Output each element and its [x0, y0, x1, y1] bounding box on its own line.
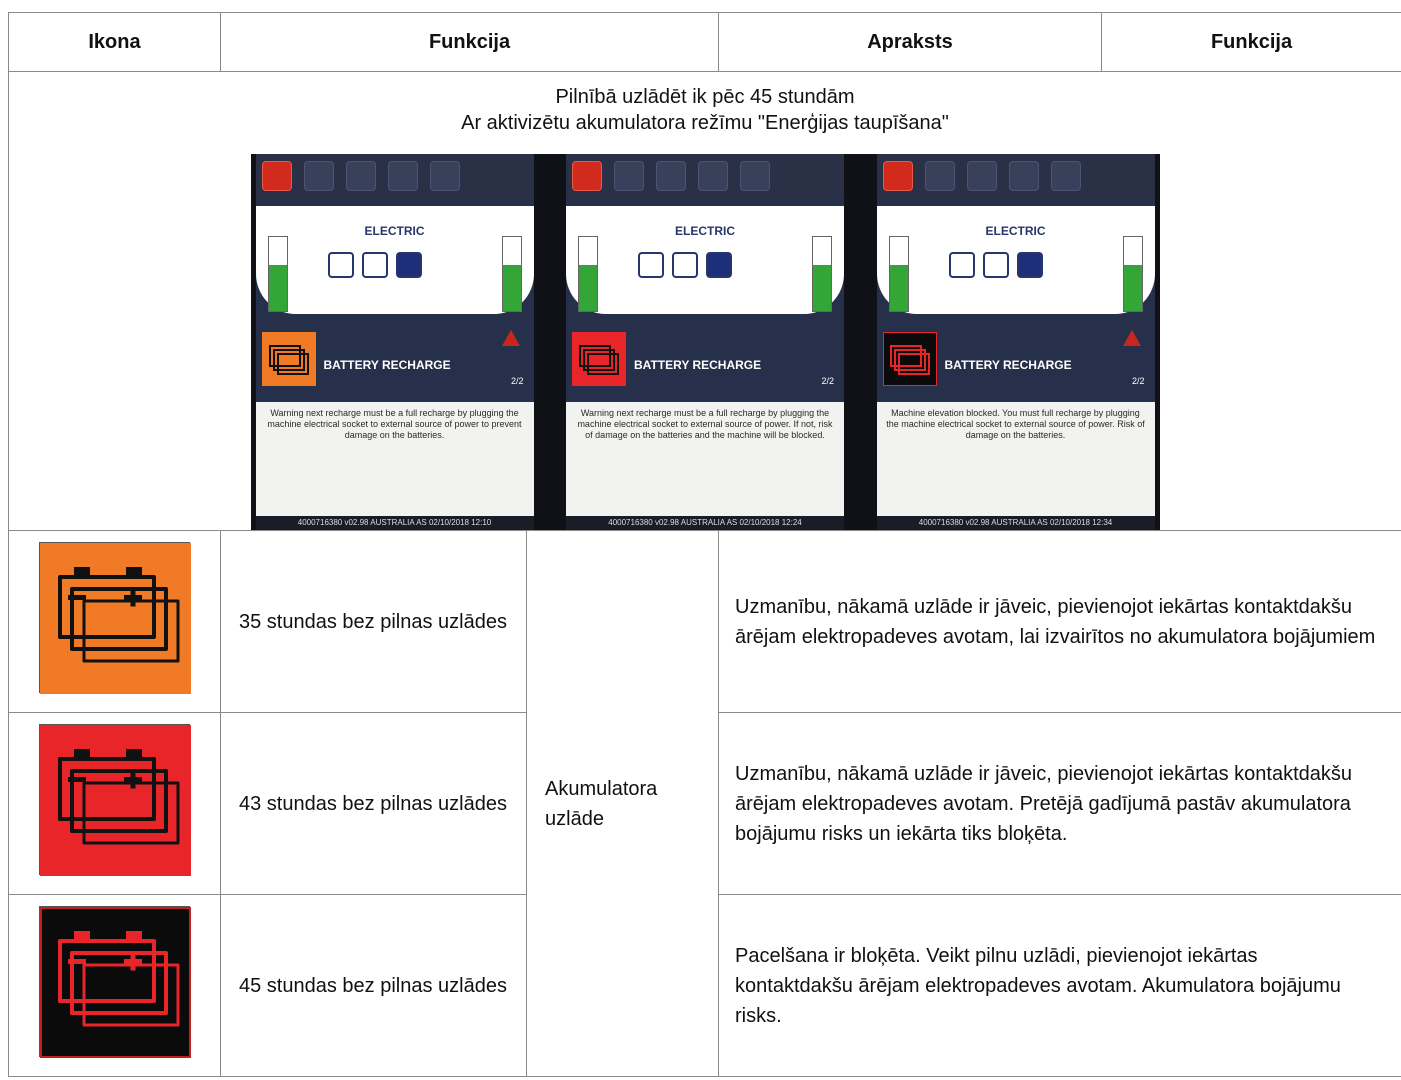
tab-icon	[698, 161, 728, 191]
fuel-gauge	[888, 236, 909, 312]
description-cell: Pacelšana ir bloķēta. Veikt pilnu uzlādi…	[718, 894, 1401, 1077]
screens-photo: ELECTRIC BATTERY RECHARGE 2/2 Warning ne…	[250, 154, 1160, 530]
alert-message: Machine elevation blocked. You must full…	[886, 408, 1145, 440]
battery-tab-icon	[882, 161, 913, 191]
header-function-2: Funkcija	[1101, 12, 1401, 72]
description-cell: Uzmanību, nākamā uzlāde ir jāveic, pievi…	[718, 712, 1401, 895]
fuel-gauge	[578, 236, 598, 312]
tab-icon	[1050, 161, 1081, 191]
battery-black-icon	[39, 905, 191, 1058]
screen-footer: 4000716380 v02.98 AUSTRALIA AS 02/10/201…	[876, 516, 1155, 530]
alert-label: BATTERY RECHARGE	[944, 358, 1072, 372]
warning-icon	[501, 330, 520, 346]
screen-title: ELECTRIC	[985, 224, 1046, 238]
screen-topbar	[255, 154, 534, 198]
status-panel: ELECTRIC	[876, 198, 1155, 322]
table-header-row: Ikona Funkcija Apraksts Funkcija	[8, 12, 1401, 72]
page-indicator: 2/2	[1131, 376, 1145, 386]
alert-message: Warning next recharge must be a full rec…	[577, 408, 833, 440]
header-description: Apraksts	[718, 12, 1103, 72]
intro-line-1: Pilnībā uzlādēt ik pēc 45 stundām	[555, 86, 855, 108]
battery-red-icon	[39, 723, 191, 876]
icon-function-table: Ikona Funkcija Apraksts Funkcija Pilnībā…	[7, 12, 1401, 1077]
function-cell: 35 stundas bez pilnas uzlādes	[220, 530, 527, 713]
screen-footer: 4000716380 v02.98 AUSTRALIA AS 02/10/201…	[255, 516, 534, 530]
screen-2: ELECTRIC BATTERY RECHARGE 2/2 Warning ne…	[566, 154, 844, 530]
battery-gauge	[501, 236, 522, 312]
page-indicator: 2/2	[510, 376, 524, 386]
tab-icon	[924, 161, 955, 191]
tab-icon	[966, 161, 997, 191]
tab-icon	[740, 161, 770, 191]
screen-topbar	[566, 154, 844, 198]
alert-label: BATTERY RECHARGE	[323, 358, 451, 372]
alert-bar: BATTERY RECHARGE 2/2	[876, 322, 1155, 402]
battery-tab-icon	[261, 161, 292, 191]
tab-icon	[1008, 161, 1039, 191]
alert-label: BATTERY RECHARGE	[634, 358, 762, 372]
tab-icon	[429, 161, 460, 191]
screen-footer: 4000716380 v02.98 AUSTRALIA AS 02/10/201…	[566, 516, 844, 530]
alert-bar: BATTERY RECHARGE 2/2	[566, 322, 844, 402]
tab-icon	[656, 161, 686, 191]
intro-row: Pilnībā uzlādēt ik pēc 45 stundām Ar akt…	[7, 71, 1401, 531]
description-cell: Uzmanību, nākamā uzlāde ir jāveic, pievi…	[718, 530, 1401, 713]
battery-recharge-icon	[572, 332, 626, 386]
alert-bar: BATTERY RECHARGE 2/2	[255, 322, 534, 402]
warning-icon	[1122, 330, 1141, 346]
header-function: Funkcija	[219, 12, 720, 72]
mode-icons	[638, 252, 732, 278]
screen-1: ELECTRIC BATTERY RECHARGE 2/2 Warning ne…	[255, 154, 534, 530]
battery-recharge-icon	[261, 332, 316, 386]
tab-icon	[614, 161, 644, 191]
screen-title: ELECTRIC	[364, 224, 425, 238]
battery-gauge	[1122, 236, 1143, 312]
status-panel: ELECTRIC	[255, 198, 534, 322]
icon-cell	[8, 530, 221, 713]
icon-cell	[8, 712, 221, 895]
mode-icons	[327, 252, 422, 278]
battery-recharge-icon	[882, 332, 937, 386]
icon-cell	[8, 894, 221, 1077]
screen-topbar	[876, 154, 1155, 198]
screen-3: ELECTRIC BATTERY RECHARGE 2/2 Machine el…	[876, 154, 1155, 530]
mode-icons	[948, 252, 1043, 278]
tab-icon	[387, 161, 418, 191]
document-page: Ikona Funkcija Apraksts Funkcija Pilnībā…	[0, 0, 1401, 1080]
function-cell: 45 stundas bez pilnas uzlādes	[220, 894, 527, 1077]
fuel-gauge	[267, 236, 288, 312]
status-panel: ELECTRIC	[566, 198, 844, 322]
battery-gauge	[812, 236, 832, 312]
table-row: 35 stundas bez pilnas uzlādes Akumulator…	[8, 530, 1401, 1077]
group-label-cell: Akumulatora uzlāde	[525, 530, 720, 1077]
intro-line-2: Ar aktivizētu akumulatora režīmu "Enerģi…	[461, 112, 949, 134]
battery-orange-icon	[39, 541, 191, 694]
page-indicator: 2/2	[821, 376, 834, 386]
tab-icon	[345, 161, 376, 191]
header-icon: Ikona	[8, 12, 221, 72]
function-cell: 43 stundas bez pilnas uzlādes	[220, 712, 527, 895]
alert-message: Warning next recharge must be a full rec…	[267, 408, 522, 440]
screen-title: ELECTRIC	[675, 224, 735, 238]
tab-icon	[303, 161, 334, 191]
battery-tab-icon	[572, 161, 602, 191]
intro-cell: Pilnībā uzlādēt ik pēc 45 stundām Ar akt…	[7, 71, 1401, 531]
